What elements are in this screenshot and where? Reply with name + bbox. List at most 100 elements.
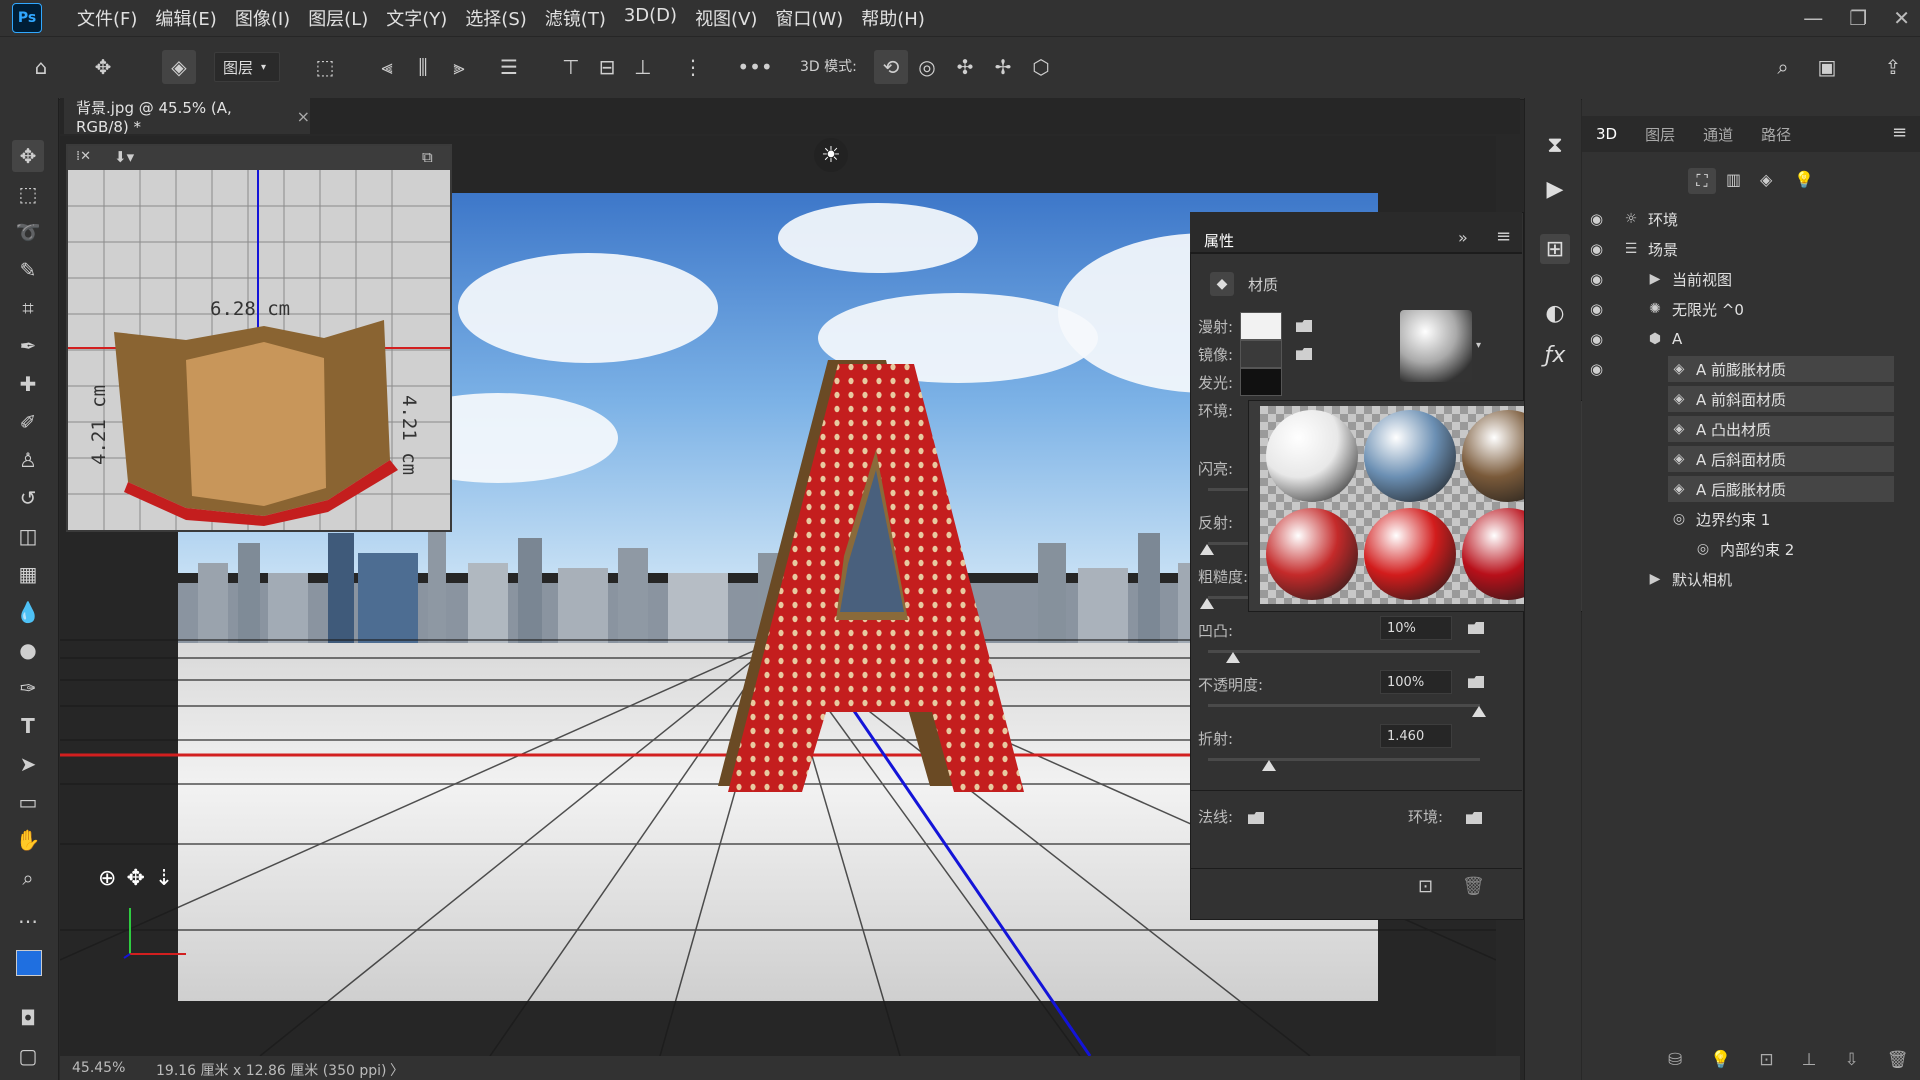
align-middle-icon[interactable]: ⊟ — [590, 50, 624, 84]
refraction-input[interactable]: 1.460 — [1380, 724, 1452, 748]
refraction-slider[interactable] — [1208, 758, 1480, 761]
lasso-tool-icon[interactable]: ➰ — [12, 216, 44, 248]
dolly-camera-icon[interactable]: ⇣ — [155, 866, 173, 891]
move-tool-icon[interactable]: ✥ — [12, 140, 44, 172]
ground-plane-icon[interactable]: ⊥ — [1802, 1050, 1817, 1070]
scene-tree-item[interactable]: ◎ 边界约束 1 — [1668, 506, 1894, 532]
stamp-tool-icon[interactable]: ♙ — [12, 444, 44, 476]
more-tools-icon[interactable]: … — [12, 900, 44, 932]
move-tool-icon[interactable]: ✥ — [86, 50, 120, 84]
close-window-icon[interactable]: ✕ — [1893, 6, 1910, 30]
foreground-color-swatch[interactable] — [16, 950, 42, 976]
menu-item[interactable]: 文件(F) — [68, 5, 146, 31]
material-preview-sphere[interactable] — [1400, 310, 1472, 382]
view-select-icon[interactable]: ⬇▾ — [114, 148, 134, 166]
roughness-slider-thumb[interactable] — [1200, 598, 1214, 609]
swap-view-icon[interactable]: ⧉ — [422, 148, 433, 166]
filter-materials-icon[interactable]: ◈ — [1760, 170, 1772, 189]
distribute-vertical-icon[interactable]: ⋮ — [676, 50, 710, 84]
3d-secondary-view[interactable]: ⁞✕ ⬇▾ ⧉ — [66, 144, 452, 532]
more-options-icon[interactable]: ••• — [737, 50, 772, 84]
light-source-icon[interactable]: ☀ — [814, 138, 848, 172]
quick-mask-icon[interactable]: ◘ — [12, 1002, 44, 1034]
restore-icon[interactable]: ❐ — [1849, 6, 1867, 30]
eyedropper-tool-icon[interactable]: ✒ — [12, 330, 44, 362]
align-bottom-icon[interactable]: ⊥ — [626, 50, 660, 84]
drag-3d-icon[interactable]: ✣ — [948, 50, 982, 84]
auto-select-dropdown[interactable]: 图层 ▾ — [214, 52, 280, 82]
close-tab-icon[interactable]: × — [297, 107, 310, 126]
align-left-icon[interactable]: ⫷ — [370, 50, 404, 84]
align-right-icon[interactable]: ⫸ — [442, 50, 476, 84]
add-mesh-icon[interactable]: ⊡ — [1759, 1050, 1773, 1070]
menu-item[interactable]: 窗口(W) — [766, 5, 852, 31]
history-panel-icon[interactable]: ⧗ — [1540, 130, 1570, 160]
bump-input[interactable]: 10% — [1380, 616, 1452, 640]
align-center-icon[interactable]: ⫼ — [406, 50, 440, 84]
reflection-slider-thumb[interactable] — [1200, 544, 1214, 555]
scale-3d-icon[interactable]: ⬡ — [1024, 50, 1058, 84]
properties-panel-icon[interactable]: ⊞ — [1540, 234, 1570, 264]
delete-icon[interactable]: 🗑 — [1887, 1050, 1909, 1070]
menu-item[interactable]: 帮助(H) — [852, 5, 934, 31]
opacity-input[interactable]: 100% — [1380, 670, 1452, 694]
delete-material-icon[interactable]: 🗑 — [1462, 876, 1485, 897]
material-picker-toggle-icon[interactable]: ▾ — [1476, 340, 1481, 351]
filter-whole-scene-icon[interactable]: ⛶ — [1688, 168, 1716, 194]
panel-tab[interactable]: 图层 — [1631, 124, 1689, 145]
red-mesh-sphere[interactable] — [1266, 508, 1358, 600]
document-tab[interactable]: 背景.jpg @ 45.5% (A, RGB/8) * × — [64, 98, 310, 136]
opacity-slider-thumb[interactable] — [1472, 706, 1486, 717]
specular-color-swatch[interactable] — [1240, 340, 1282, 368]
roughness-slider[interactable] — [1208, 596, 1248, 599]
auto-select-icon[interactable]: ◈ — [162, 50, 196, 84]
scene-tree-item[interactable]: ▶ 当前视图 — [1644, 266, 1894, 292]
zoom-level[interactable]: 45.45% — [72, 1060, 125, 1076]
menu-item[interactable]: 图像(I) — [226, 5, 299, 31]
actions-play-icon[interactable]: ▶ — [1540, 174, 1570, 204]
bump-slider[interactable] — [1208, 650, 1480, 653]
scene-tree-item[interactable]: ◈ A 前斜面材质 — [1668, 386, 1894, 412]
render-icon[interactable]: ⛁ — [1668, 1050, 1682, 1070]
pan-camera-icon[interactable]: ✥ — [126, 866, 144, 891]
transform-controls-icon[interactable]: ⬚ — [308, 50, 342, 84]
rectangle-tool-icon[interactable]: ▭ — [12, 786, 44, 818]
close-view-icon[interactable]: ⁞✕ — [76, 149, 91, 164]
reflection-slider[interactable] — [1208, 542, 1248, 545]
menu-item[interactable]: 3D(D) — [615, 5, 686, 31]
blur-tool-icon[interactable]: 💧 — [12, 596, 44, 628]
adjustments-icon[interactable]: ◐ — [1540, 298, 1570, 328]
hand-tool-icon[interactable]: ✋ — [12, 824, 44, 856]
eraser-tool-icon[interactable]: ◫ — [12, 520, 44, 552]
scene-tree-item[interactable]: ◎ 内部约束 2 — [1692, 536, 1894, 562]
new-material-icon[interactable]: ⊡ — [1418, 876, 1433, 897]
align-top-icon[interactable]: ⊤ — [554, 50, 588, 84]
shine-slider[interactable] — [1208, 488, 1248, 491]
filter-meshes-icon[interactable]: ▥ — [1726, 170, 1741, 189]
quick-select-tool-icon[interactable]: ✎ — [12, 254, 44, 286]
path-select-icon[interactable]: ➤ — [12, 748, 44, 780]
visibility-eye-icon[interactable]: ◉ — [1590, 240, 1603, 258]
slide-3d-icon[interactable]: ✢ — [986, 50, 1020, 84]
pen-tool-icon[interactable]: ✑ — [12, 672, 44, 704]
filter-lights-icon[interactable]: 💡 — [1794, 170, 1814, 189]
gradient-tool-icon[interactable]: ▦ — [12, 558, 44, 590]
scene-tree-item[interactable]: ▶ 默认相机 — [1644, 566, 1894, 592]
search-icon[interactable]: ⌕ — [1766, 50, 1800, 84]
orbit-camera-icon[interactable]: ⊕ — [98, 866, 116, 891]
zoom-tool-icon[interactable]: ⌕ — [12, 862, 44, 894]
drop-to-ground-icon[interactable]: ⇩ — [1844, 1050, 1858, 1070]
minimize-icon[interactable]: — — [1803, 6, 1823, 30]
3d-letter-a[interactable] — [718, 360, 1098, 800]
visibility-eye-icon[interactable]: ◉ — [1590, 300, 1603, 318]
red-stripe-sphere[interactable] — [1364, 508, 1456, 600]
opacity-slider[interactable] — [1208, 704, 1480, 707]
refraction-slider-thumb[interactable] — [1262, 760, 1276, 771]
crop-tool-icon[interactable]: ⌗ — [12, 292, 44, 324]
3d-axis-widget[interactable]: ⊕ ✥ ⇣ — [98, 866, 173, 891]
visibility-eye-icon[interactable]: ◉ — [1590, 360, 1603, 378]
menu-item[interactable]: 文字(Y) — [377, 5, 456, 31]
visibility-eye-icon[interactable]: ◉ — [1590, 330, 1603, 348]
illumination-color-swatch[interactable] — [1240, 368, 1282, 396]
collapse-panel-icon[interactable]: » — [1458, 228, 1468, 247]
